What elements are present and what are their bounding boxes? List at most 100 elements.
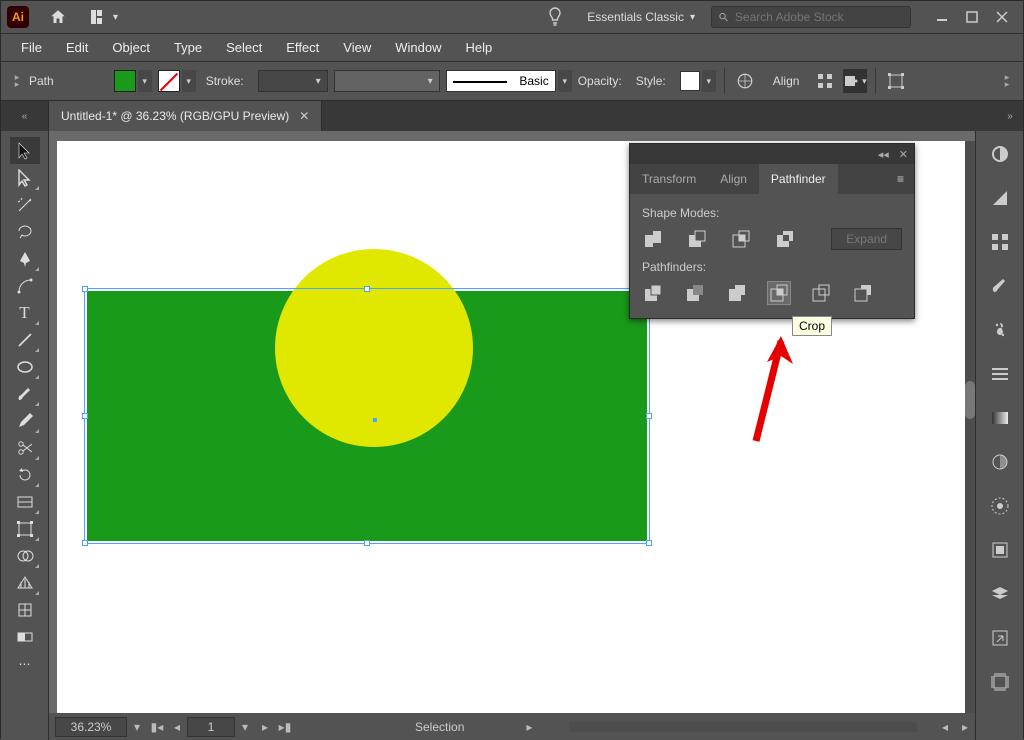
panel-close-icon[interactable]: ✕: [899, 148, 908, 161]
resize-handle[interactable]: [364, 286, 370, 292]
curvature-tool[interactable]: [10, 272, 40, 299]
options-expand-icon[interactable]: ▸▸: [11, 74, 23, 88]
stroke-panel-icon[interactable]: [985, 361, 1015, 387]
hscroll-right[interactable]: ▸: [955, 717, 975, 737]
canvas-area[interactable]: ◂◂ ✕ Transform Align Pathfinder ≡ Shape …: [49, 131, 975, 740]
stroke-swatch[interactable]: ▾: [158, 70, 196, 92]
color-panel-icon[interactable]: [985, 141, 1015, 167]
options-collapse-icon[interactable]: ▸▸: [1001, 74, 1013, 88]
scroll-thumb[interactable]: [965, 381, 975, 419]
resize-handle[interactable]: [82, 286, 88, 292]
search-input[interactable]: [735, 10, 904, 24]
divide-icon[interactable]: [642, 282, 664, 304]
tab-collapse-left[interactable]: «: [1, 101, 49, 131]
asset-export-panel-icon[interactable]: [985, 625, 1015, 651]
panel-collapse-icon[interactable]: ◂◂: [878, 148, 889, 161]
tab-close-icon[interactable]: ✕: [299, 109, 309, 123]
artboards-panel-icon[interactable]: [985, 669, 1015, 695]
maximize-button[interactable]: [957, 5, 987, 29]
tab-transform[interactable]: Transform: [630, 164, 708, 194]
intersect-icon[interactable]: [730, 228, 752, 250]
align-to-button[interactable]: ▾: [843, 69, 867, 93]
more-tools[interactable]: ⋯: [10, 650, 40, 677]
hscroll-left[interactable]: ◂: [935, 717, 955, 737]
artboard-first[interactable]: ▮◂: [147, 717, 167, 737]
direct-selection-tool[interactable]: [10, 164, 40, 191]
menu-select[interactable]: Select: [214, 36, 274, 59]
recolor-artwork-icon[interactable]: [733, 69, 757, 93]
menu-help[interactable]: Help: [453, 36, 504, 59]
appearance-panel-icon[interactable]: [985, 493, 1015, 519]
swatches-panel-icon[interactable]: [985, 229, 1015, 255]
color-guide-panel-icon[interactable]: [985, 185, 1015, 211]
magic-wand-tool[interactable]: [10, 191, 40, 218]
symbols-panel-icon[interactable]: [985, 317, 1015, 343]
resize-handle[interactable]: [646, 413, 652, 419]
resize-handle[interactable]: [364, 540, 370, 546]
panel-collapse-right[interactable]: »: [997, 101, 1023, 131]
gradient-panel-icon[interactable]: [985, 405, 1015, 431]
menu-view[interactable]: View: [331, 36, 383, 59]
transform-icon[interactable]: [884, 69, 908, 93]
rotate-tool[interactable]: [10, 461, 40, 488]
pen-tool[interactable]: [10, 245, 40, 272]
resize-handle[interactable]: [646, 540, 652, 546]
lasso-tool[interactable]: [10, 218, 40, 245]
tab-pathfinder[interactable]: Pathfinder: [759, 164, 838, 194]
pencil-tool[interactable]: [10, 407, 40, 434]
artboard-dropdown[interactable]: ▾: [235, 717, 255, 737]
exclude-icon[interactable]: [774, 228, 796, 250]
menu-edit[interactable]: Edit: [54, 36, 100, 59]
gradient-tool[interactable]: [10, 623, 40, 650]
line-segment-tool[interactable]: [10, 326, 40, 353]
trim-icon[interactable]: [684, 282, 706, 304]
outline-icon[interactable]: [810, 282, 832, 304]
selection-bounding-box[interactable]: [84, 288, 650, 544]
stroke-weight-field[interactable]: ▾: [258, 70, 328, 92]
pathfinder-panel[interactable]: ◂◂ ✕ Transform Align Pathfinder ≡ Shape …: [629, 143, 915, 319]
minus-back-icon[interactable]: [852, 282, 874, 304]
crop-icon[interactable]: [768, 282, 790, 304]
free-transform-tool[interactable]: [10, 515, 40, 542]
menu-type[interactable]: Type: [162, 36, 214, 59]
menu-object[interactable]: Object: [100, 36, 162, 59]
menu-window[interactable]: Window: [383, 36, 453, 59]
minimize-button[interactable]: [927, 5, 957, 29]
artboard-next[interactable]: ▸: [255, 717, 275, 737]
resize-handle[interactable]: [82, 413, 88, 419]
zoom-dropdown[interactable]: ▾: [127, 717, 147, 737]
artboard-prev[interactable]: ◂: [167, 717, 187, 737]
home-button[interactable]: [41, 3, 75, 31]
graphic-styles-panel-icon[interactable]: [985, 537, 1015, 563]
layers-panel-icon[interactable]: [985, 581, 1015, 607]
menu-file[interactable]: File: [9, 36, 54, 59]
brush-definition[interactable]: Basic ▾: [446, 70, 572, 92]
horizontal-scrollbar[interactable]: [569, 722, 917, 732]
arrange-documents-button[interactable]: ▾: [83, 3, 126, 31]
perspective-grid-tool[interactable]: [10, 569, 40, 596]
vertical-scrollbar[interactable]: [965, 141, 975, 713]
scissors-tool[interactable]: [10, 434, 40, 461]
brushes-panel-icon[interactable]: [985, 273, 1015, 299]
fill-swatch[interactable]: ▾: [114, 70, 152, 92]
selection-tool[interactable]: [10, 137, 40, 164]
zoom-level-field[interactable]: 36.23%: [55, 717, 127, 737]
align-grid-icon[interactable]: [813, 69, 837, 93]
width-tool[interactable]: [10, 488, 40, 515]
shape-builder-tool[interactable]: [10, 542, 40, 569]
document-tab[interactable]: Untitled-1* @ 36.23% (RGB/GPU Preview) ✕: [49, 101, 322, 131]
workspace-switcher[interactable]: Essentials Classic ▾: [581, 6, 701, 28]
discover-icon[interactable]: [547, 7, 563, 27]
resize-handle[interactable]: [82, 540, 88, 546]
minus-front-icon[interactable]: [686, 228, 708, 250]
artboard-number-field[interactable]: 1: [187, 717, 235, 737]
menu-effect[interactable]: Effect: [274, 36, 331, 59]
unite-icon[interactable]: [642, 228, 664, 250]
panel-menu-icon[interactable]: ≡: [887, 172, 914, 186]
mesh-tool[interactable]: [10, 596, 40, 623]
status-menu[interactable]: ▸: [519, 717, 539, 737]
variable-width-profile[interactable]: ▾: [334, 70, 440, 92]
merge-icon[interactable]: [726, 282, 748, 304]
expand-button[interactable]: Expand: [831, 228, 902, 250]
transparency-panel-icon[interactable]: [985, 449, 1015, 475]
